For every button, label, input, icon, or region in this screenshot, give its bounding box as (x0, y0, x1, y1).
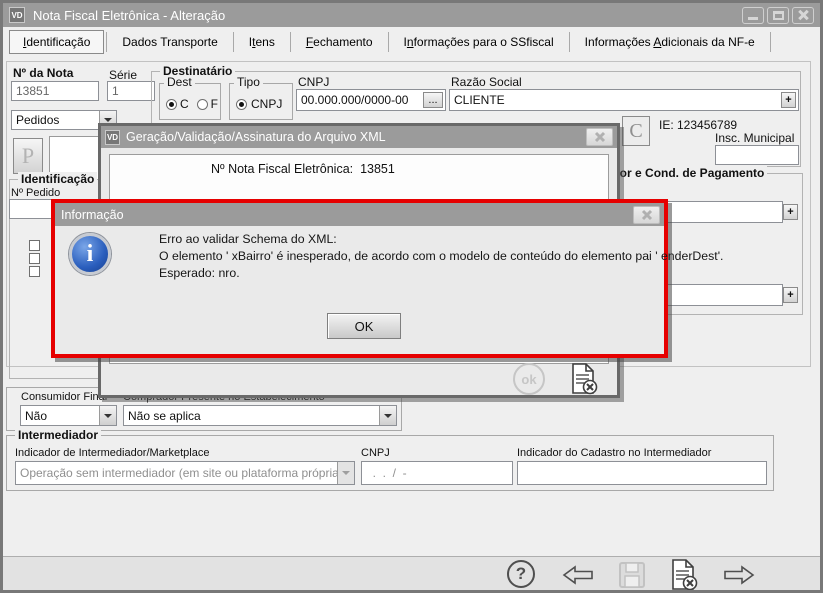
indicador-combo[interactable]: Operação sem intermediador (em site ou p… (15, 461, 355, 485)
xml-dialog-titlebar: VD Geração/Validação/Assinatura do Arqui… (101, 126, 617, 148)
cadastro-label: Indicador do Cadastro no Intermediador (517, 447, 712, 459)
pedidos-value: Pedidos (16, 113, 60, 127)
error-dialog-close-button[interactable] (633, 205, 660, 224)
tab-3[interactable]: Fechamento (293, 31, 386, 53)
razao-input[interactable]: CLIENTE (449, 89, 799, 111)
identificacao-checkbox-2[interactable] (29, 253, 40, 264)
tab-1[interactable]: Dados Transporte (109, 31, 230, 53)
tab-separator (289, 32, 291, 52)
cnpj-label: CNPJ (298, 75, 330, 89)
close-button[interactable] (792, 6, 814, 24)
razao-label: Razão Social (451, 75, 522, 89)
tab-4[interactable]: Informações para o SSfiscal (391, 31, 567, 53)
maximize-button[interactable] (767, 6, 789, 24)
identificacao-checkbox-1[interactable] (29, 240, 40, 251)
tipo-cnpj-label: CNPJ (251, 97, 283, 111)
identificacao-legend: Identificação (18, 172, 98, 186)
maximize-icon (772, 10, 784, 20)
intermediador-cnpj-label: CNPJ (361, 447, 390, 459)
dest-legend: Dest (164, 75, 195, 89)
help-icon: ? (515, 564, 527, 583)
indicador-dropdown-icon (337, 462, 354, 484)
vendedor-add-button[interactable]: + (783, 204, 798, 220)
ie-text: IE: 123456789 (659, 118, 738, 132)
indicador-label: Indicador de Intermediador/Marketplace (15, 447, 210, 459)
main-window: VD Nota Fiscal Eletrônica - Alteração Id… (0, 0, 823, 593)
tab-0[interactable]: Identificação (9, 30, 105, 54)
cadastro-input[interactable] (517, 461, 767, 485)
title-bar: VD Nota Fiscal Eletrônica - Alteração (3, 3, 820, 27)
error-dialog-title: Informação (61, 207, 124, 222)
nota-label: Nº da Nota (13, 66, 74, 80)
serie-input[interactable]: 1 (107, 81, 155, 101)
xml-nota-label: Nº Nota Fiscal Eletrônica: (211, 162, 354, 176)
error-message: Erro ao validar Schema do XML: O element… (159, 231, 723, 282)
xml-dialog-icon: VD (105, 129, 120, 145)
info-icon: i (69, 233, 111, 275)
back-arrow-icon[interactable] (562, 565, 594, 585)
comprador-value: Não se aplica (128, 408, 201, 423)
close-icon (641, 209, 652, 220)
consumidor-value: Não (25, 408, 48, 423)
error-line-1: Erro ao validar Schema do XML: (159, 232, 337, 246)
tipo-group: Tipo CNPJ (229, 75, 293, 120)
error-dialog: Informação i Erro ao validar Schema do X… (51, 199, 723, 358)
error-line-3: Esperado: nro. (159, 266, 240, 280)
tab-separator (769, 32, 771, 52)
insc-municipal-label: Insc. Municipal (715, 131, 795, 145)
xml-nota-value: 13851 (360, 162, 395, 176)
comprador-dropdown-icon[interactable] (379, 406, 396, 425)
minimize-button[interactable] (742, 6, 764, 24)
tipo-legend: Tipo (234, 75, 263, 89)
dest-c-label: C (180, 97, 189, 111)
nota-input[interactable]: 13851 (11, 81, 99, 101)
tab-2[interactable]: Itens (236, 31, 288, 53)
cond-pagamento-add-button[interactable]: + (783, 287, 798, 303)
comprador-combo[interactable]: Não se aplica (123, 405, 397, 426)
intermediador-cnpj-input[interactable]: . . / - (361, 461, 513, 485)
indicador-value: Operação sem intermediador (em site ou p… (20, 466, 337, 480)
intermediador-legend: Intermediador (15, 428, 102, 442)
tab-5[interactable]: Informações Adicionais da NF-e (572, 31, 768, 53)
pedido-label: Nº Pedido (11, 187, 61, 199)
tab-separator (568, 32, 570, 52)
consumidor-dropdown-icon[interactable] (99, 406, 116, 425)
tab-separator (232, 32, 234, 52)
consumidor-label: Consumidor Final (21, 391, 108, 403)
p-button[interactable]: P (13, 138, 43, 174)
help-button[interactable]: ? (507, 560, 535, 588)
close-icon (594, 131, 605, 143)
razao-add-button[interactable]: + (781, 92, 796, 108)
dest-group: Dest C F (159, 75, 221, 120)
minimize-icon (748, 16, 758, 20)
dest-f-label: F (210, 97, 219, 111)
error-dialog-titlebar: Informação (55, 203, 664, 226)
forward-arrow-icon[interactable] (723, 565, 755, 585)
dest-f-radio[interactable] (196, 98, 208, 110)
dest-c-radio[interactable] (166, 98, 177, 110)
cnpj-browse-button[interactable]: ... (423, 92, 443, 108)
error-line-2: O elemento ' xBairro' é inesperado, de a… (159, 249, 724, 263)
c-button[interactable]: C (622, 116, 650, 146)
window-title: Nota Fiscal Eletrônica - Alteração (33, 7, 226, 23)
error-ok-button[interactable]: OK (327, 313, 401, 339)
insc-municipal-input[interactable] (715, 145, 799, 165)
tab-separator (106, 32, 108, 52)
save-icon[interactable] (618, 561, 646, 589)
cancel-document-icon[interactable] (669, 559, 699, 591)
xml-dialog-title: Geração/Validação/Assinatura do Arquivo … (126, 130, 386, 144)
tab-separator (387, 32, 389, 52)
consumidor-combo[interactable]: Não (20, 405, 117, 426)
serie-label: Série (109, 68, 138, 82)
close-icon (797, 9, 809, 21)
tab-bar: Identificação Dados Transporte Itens Fecham… (3, 27, 820, 57)
xml-ok-icon[interactable]: ok (513, 363, 545, 395)
xml-cancel-document-icon[interactable] (569, 362, 599, 396)
xml-dialog-close-button[interactable] (586, 128, 613, 146)
identificacao-checkbox-3[interactable] (29, 266, 40, 277)
app-icon: VD (9, 7, 25, 23)
xml-nota-text: Nº Nota Fiscal Eletrônica: 13851 (211, 162, 395, 176)
tipo-cnpj-radio[interactable] (236, 98, 247, 110)
